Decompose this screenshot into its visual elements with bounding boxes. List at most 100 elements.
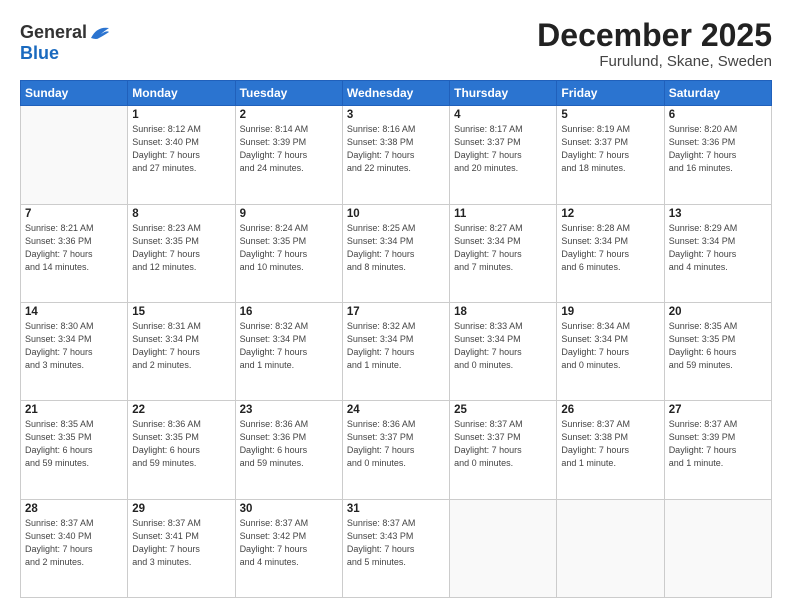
- day-info: Sunrise: 8:37 AM Sunset: 3:41 PM Dayligh…: [132, 517, 230, 569]
- day-info: Sunrise: 8:37 AM Sunset: 3:39 PM Dayligh…: [669, 418, 767, 470]
- day-info: Sunrise: 8:17 AM Sunset: 3:37 PM Dayligh…: [454, 123, 552, 175]
- day-number: 16: [240, 306, 338, 318]
- day-info: Sunrise: 8:16 AM Sunset: 3:38 PM Dayligh…: [347, 123, 445, 175]
- header-saturday: Saturday: [664, 81, 771, 106]
- day-info: Sunrise: 8:12 AM Sunset: 3:40 PM Dayligh…: [132, 123, 230, 175]
- day-number: 7: [25, 208, 123, 220]
- logo-bird-icon: [89, 24, 111, 42]
- day-info: Sunrise: 8:30 AM Sunset: 3:34 PM Dayligh…: [25, 320, 123, 372]
- table-row: 14 Sunrise: 8:30 AM Sunset: 3:34 PM Dayli…: [21, 302, 128, 400]
- table-row: 18 Sunrise: 8:33 AM Sunset: 3:34 PM Dayli…: [450, 302, 557, 400]
- table-row: 16 Sunrise: 8:32 AM Sunset: 3:34 PM Dayli…: [235, 302, 342, 400]
- day-number: 8: [132, 208, 230, 220]
- calendar-week-row: 28 Sunrise: 8:37 AM Sunset: 3:40 PM Dayli…: [21, 499, 772, 597]
- table-row: 19 Sunrise: 8:34 AM Sunset: 3:34 PM Dayli…: [557, 302, 664, 400]
- day-number: 18: [454, 306, 552, 318]
- table-row: 4 Sunrise: 8:17 AM Sunset: 3:37 PM Daylig…: [450, 106, 557, 204]
- day-info: Sunrise: 8:23 AM Sunset: 3:35 PM Dayligh…: [132, 222, 230, 274]
- day-info: Sunrise: 8:37 AM Sunset: 3:40 PM Dayligh…: [25, 517, 123, 569]
- day-number: 26: [561, 404, 659, 416]
- day-info: Sunrise: 8:36 AM Sunset: 3:36 PM Dayligh…: [240, 418, 338, 470]
- table-row: 3 Sunrise: 8:16 AM Sunset: 3:38 PM Daylig…: [342, 106, 449, 204]
- table-row: 24 Sunrise: 8:36 AM Sunset: 3:37 PM Dayli…: [342, 401, 449, 499]
- day-number: 12: [561, 208, 659, 220]
- table-row: 26Sunrise: 8:37 AM Sunset: 3:38 PM Dayli…: [557, 401, 664, 499]
- header-monday: Monday: [128, 81, 235, 106]
- day-number: 24: [347, 404, 445, 416]
- header-sunday: Sunday: [21, 81, 128, 106]
- logo-general-text: General: [20, 22, 87, 43]
- header: General Blue December 2025 Furulund, Ska…: [20, 18, 772, 70]
- table-row: [21, 106, 128, 204]
- day-number: 14: [25, 306, 123, 318]
- day-number: 27: [669, 404, 767, 416]
- table-row: 15Sunrise: 8:31 AM Sunset: 3:34 PM Dayli…: [128, 302, 235, 400]
- day-info: Sunrise: 8:32 AM Sunset: 3:34 PM Dayligh…: [347, 320, 445, 372]
- day-number: 10: [347, 208, 445, 220]
- day-number: 2: [240, 109, 338, 121]
- day-number: 13: [669, 208, 767, 220]
- table-row: 23 Sunrise: 8:36 AM Sunset: 3:36 PM Dayli…: [235, 401, 342, 499]
- header-wednesday: Wednesday: [342, 81, 449, 106]
- table-row: 20Sunrise: 8:35 AM Sunset: 3:35 PM Dayli…: [664, 302, 771, 400]
- day-number: 11: [454, 208, 552, 220]
- header-friday: Friday: [557, 81, 664, 106]
- day-info: Sunrise: 8:37 AM Sunset: 3:37 PM Dayligh…: [454, 418, 552, 470]
- day-info: Sunrise: 8:34 AM Sunset: 3:34 PM Dayligh…: [561, 320, 659, 372]
- table-row: 21 Sunrise: 8:35 AM Sunset: 3:35 PM Dayli…: [21, 401, 128, 499]
- day-number: 28: [25, 503, 123, 515]
- table-row: 29 Sunrise: 8:37 AM Sunset: 3:41 PM Dayli…: [128, 499, 235, 597]
- day-number: 22: [132, 404, 230, 416]
- day-info: Sunrise: 8:32 AM Sunset: 3:34 PM Dayligh…: [240, 320, 338, 372]
- table-row: 10 Sunrise: 8:25 AM Sunset: 3:34 PM Dayli…: [342, 204, 449, 302]
- table-row: 27 Sunrise: 8:37 AM Sunset: 3:39 PM Dayli…: [664, 401, 771, 499]
- table-row: 25 Sunrise: 8:37 AM Sunset: 3:37 PM Dayli…: [450, 401, 557, 499]
- day-number: 17: [347, 306, 445, 318]
- table-row: 11 Sunrise: 8:27 AM Sunset: 3:34 PM Dayli…: [450, 204, 557, 302]
- day-info: Sunrise: 8:27 AM Sunset: 3:34 PM Dayligh…: [454, 222, 552, 274]
- day-number: 25: [454, 404, 552, 416]
- calendar-header-row: Sunday Monday Tuesday Wednesday Thursday…: [21, 81, 772, 106]
- table-row: 30Sunrise: 8:37 AM Sunset: 3:42 PM Dayli…: [235, 499, 342, 597]
- day-info: Sunrise: 8:20 AM Sunset: 3:36 PM Dayligh…: [669, 123, 767, 175]
- day-number: 5: [561, 109, 659, 121]
- title-block: December 2025 Furulund, Skane, Sweden: [537, 18, 772, 70]
- table-row: [557, 499, 664, 597]
- table-row: 31Sunrise: 8:37 AM Sunset: 3:43 PM Dayli…: [342, 499, 449, 597]
- calendar-table: Sunday Monday Tuesday Wednesday Thursday…: [20, 80, 772, 598]
- day-info: Sunrise: 8:24 AM Sunset: 3:35 PM Dayligh…: [240, 222, 338, 274]
- day-info: Sunrise: 8:28 AM Sunset: 3:34 PM Dayligh…: [561, 222, 659, 274]
- day-number: 30: [240, 503, 338, 515]
- day-number: 21: [25, 404, 123, 416]
- day-number: 6: [669, 109, 767, 121]
- table-row: 1Sunrise: 8:12 AM Sunset: 3:40 PM Daylig…: [128, 106, 235, 204]
- day-info: Sunrise: 8:19 AM Sunset: 3:37 PM Dayligh…: [561, 123, 659, 175]
- day-info: Sunrise: 8:37 AM Sunset: 3:43 PM Dayligh…: [347, 517, 445, 569]
- day-number: 3: [347, 109, 445, 121]
- calendar-week-row: 7 Sunrise: 8:21 AM Sunset: 3:36 PM Daylig…: [21, 204, 772, 302]
- day-number: 19: [561, 306, 659, 318]
- day-number: 15: [132, 306, 230, 318]
- table-row: 6 Sunrise: 8:20 AM Sunset: 3:36 PM Daylig…: [664, 106, 771, 204]
- day-info: Sunrise: 8:36 AM Sunset: 3:35 PM Dayligh…: [132, 418, 230, 470]
- calendar-week-row: 1Sunrise: 8:12 AM Sunset: 3:40 PM Daylig…: [21, 106, 772, 204]
- day-number: 9: [240, 208, 338, 220]
- calendar-week-row: 14 Sunrise: 8:30 AM Sunset: 3:34 PM Dayli…: [21, 302, 772, 400]
- day-info: Sunrise: 8:14 AM Sunset: 3:39 PM Dayligh…: [240, 123, 338, 175]
- day-number: 29: [132, 503, 230, 515]
- month-title: December 2025: [537, 18, 772, 53]
- table-row: 22 Sunrise: 8:36 AM Sunset: 3:35 PM Dayli…: [128, 401, 235, 499]
- table-row: 8 Sunrise: 8:23 AM Sunset: 3:35 PM Daylig…: [128, 204, 235, 302]
- calendar-week-row: 21 Sunrise: 8:35 AM Sunset: 3:35 PM Dayli…: [21, 401, 772, 499]
- page: General Blue December 2025 Furulund, Ska…: [0, 0, 792, 612]
- day-info: Sunrise: 8:35 AM Sunset: 3:35 PM Dayligh…: [25, 418, 123, 470]
- day-info: Sunrise: 8:25 AM Sunset: 3:34 PM Dayligh…: [347, 222, 445, 274]
- day-info: Sunrise: 8:29 AM Sunset: 3:34 PM Dayligh…: [669, 222, 767, 274]
- day-info: Sunrise: 8:36 AM Sunset: 3:37 PM Dayligh…: [347, 418, 445, 470]
- logo-blue-text: Blue: [20, 43, 59, 64]
- day-number: 20: [669, 306, 767, 318]
- day-info: Sunrise: 8:21 AM Sunset: 3:36 PM Dayligh…: [25, 222, 123, 274]
- day-number: 4: [454, 109, 552, 121]
- day-number: 23: [240, 404, 338, 416]
- day-info: Sunrise: 8:33 AM Sunset: 3:34 PM Dayligh…: [454, 320, 552, 372]
